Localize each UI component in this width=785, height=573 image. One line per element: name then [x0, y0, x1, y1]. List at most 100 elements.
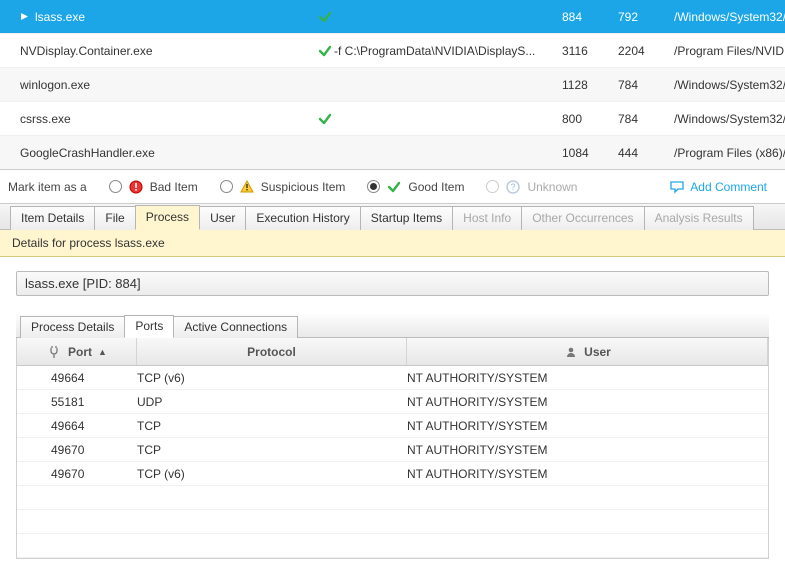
tab-item-details[interactable]: Item Details	[10, 206, 95, 230]
mark-suspicious-option[interactable]: Suspicious Item	[220, 179, 346, 195]
process-breadcrumb[interactable]: lsass.exe [PID: 884]	[16, 271, 769, 296]
good-check-icon	[316, 44, 334, 58]
unknown-icon: ?	[505, 179, 521, 195]
process-ppid: 444	[618, 146, 674, 160]
add-comment-label: Add Comment	[690, 180, 767, 194]
radio-icon	[109, 180, 122, 193]
process-name: NVDisplay.Container.exe	[20, 44, 153, 58]
tab-other-occurrences: Other Occurrences	[521, 206, 644, 230]
detail-banner: Details for process lsass.exe	[0, 230, 785, 257]
col-protocol[interactable]: Protocol	[137, 338, 407, 365]
port-cell: 49664	[17, 371, 137, 385]
mark-good-option[interactable]: Good Item	[367, 179, 464, 195]
user-cell: NT AUTHORITY/SYSTEM	[407, 443, 768, 457]
tab-process[interactable]: Process	[135, 205, 200, 230]
subtab-active-connections[interactable]: Active Connections	[173, 316, 298, 338]
mark-bad-option[interactable]: Bad Item	[109, 179, 198, 195]
good-check-icon	[316, 10, 334, 24]
mark-unknown-label: Unknown	[527, 180, 577, 194]
table-row[interactable]: 49664TCPNT AUTHORITY/SYSTEM	[17, 414, 768, 438]
add-comment-link[interactable]: Add Comment	[669, 179, 767, 195]
comment-icon	[669, 179, 685, 195]
user-cell: NT AUTHORITY/SYSTEM	[407, 467, 768, 481]
table-row[interactable]: NVDisplay.Container.exe -f C:\ProgramData…	[0, 34, 785, 68]
col-port-label: Port	[68, 345, 92, 359]
process-name: GoogleCrashHandler.exe	[20, 146, 155, 160]
subtab-ports[interactable]: Ports	[124, 315, 174, 338]
bad-icon	[128, 179, 144, 195]
port-cell: 49670	[17, 443, 137, 457]
process-ppid: 792	[618, 10, 674, 24]
radio-icon	[486, 180, 499, 193]
process-ppid: 784	[618, 78, 674, 92]
mark-unknown-option: ? Unknown	[486, 179, 577, 195]
detail-area: lsass.exe [PID: 884] Process Details Por…	[0, 257, 785, 573]
process-name: lsass.exe	[35, 10, 85, 24]
tab-host-info: Host Info	[452, 206, 522, 230]
col-user[interactable]: User	[407, 338, 768, 365]
port-cell: 49664	[17, 419, 137, 433]
process-path: /Program Files/NVIDIA	[674, 44, 785, 58]
process-ppid: 784	[618, 112, 674, 126]
tab-execution-history[interactable]: Execution History	[245, 206, 360, 230]
process-name: csrss.exe	[20, 112, 71, 126]
svg-text:?: ?	[511, 182, 516, 192]
protocol-cell: TCP (v6)	[137, 467, 407, 481]
table-row[interactable]: 49670TCP (v6)NT AUTHORITY/SYSTEM	[17, 462, 768, 486]
protocol-cell: TCP	[137, 419, 407, 433]
process-pid: 3116	[562, 44, 618, 58]
good-icon	[386, 179, 402, 195]
process-ppid: 2204	[618, 44, 674, 58]
table-row[interactable]: GoogleCrashHandler.exe 1084444/Program Fi…	[0, 136, 785, 170]
radio-icon	[367, 180, 380, 193]
mark-suspicious-label: Suspicious Item	[261, 180, 346, 194]
process-path: /Windows/System32/lsa	[674, 10, 785, 24]
ports-table: Port ▲ Protocol User 49664TCP (v6)NT AUT…	[16, 338, 769, 559]
protocol-cell: TCP (v6)	[137, 371, 407, 385]
mark-bad-label: Bad Item	[150, 180, 198, 194]
mark-item-bar: Mark item as a Bad Item Suspicious Item …	[0, 170, 785, 204]
mark-good-label: Good Item	[408, 180, 464, 194]
process-args: -f C:\ProgramData\NVIDIA\DisplayS...	[334, 44, 562, 58]
table-row[interactable]: 55181UDPNT AUTHORITY/SYSTEM	[17, 390, 768, 414]
mark-label: Mark item as a	[8, 180, 87, 194]
process-path: /Windows/System32/wi	[674, 78, 785, 92]
user-cell: NT AUTHORITY/SYSTEM	[407, 395, 768, 409]
protocol-cell: TCP	[137, 443, 407, 457]
table-row[interactable]: 49670TCPNT AUTHORITY/SYSTEM	[17, 438, 768, 462]
port-cell: 49670	[17, 467, 137, 481]
table-row	[17, 510, 768, 534]
process-pid: 1084	[562, 146, 618, 160]
suspicious-icon	[239, 179, 255, 195]
plug-icon	[46, 344, 62, 360]
user-cell: NT AUTHORITY/SYSTEM	[407, 371, 768, 385]
protocol-cell: UDP	[137, 395, 407, 409]
table-row[interactable]: csrss.exe800784/Windows/System32/cs	[0, 102, 785, 136]
good-check-icon	[316, 112, 334, 126]
tab-analysis-results: Analysis Results	[644, 206, 754, 230]
tab-startup-items[interactable]: Startup Items	[360, 206, 453, 230]
radio-icon	[220, 180, 233, 193]
process-pid: 884	[562, 10, 618, 24]
col-port[interactable]: Port ▲	[17, 338, 137, 365]
process-grid: lsass.exe 884792/Windows/System32/lsa NVDi…	[0, 0, 785, 170]
table-row[interactable]: winlogon.exe1128784/Windows/System32/wi	[0, 68, 785, 102]
port-cell: 55181	[17, 395, 137, 409]
process-path: /Program Files (x86)/Go	[674, 146, 785, 160]
ports-table-header: Port ▲ Protocol User	[17, 338, 768, 366]
table-row[interactable]: lsass.exe 884792/Windows/System32/lsa	[0, 0, 785, 34]
process-name: winlogon.exe	[20, 78, 90, 92]
user-icon	[563, 344, 579, 360]
col-protocol-label: Protocol	[247, 345, 296, 359]
sort-asc-icon: ▲	[98, 347, 107, 357]
process-pid: 800	[562, 112, 618, 126]
sub-tabstrip: Process Details Ports Active Connections	[16, 314, 769, 338]
table-row	[17, 534, 768, 558]
subtab-process-details[interactable]: Process Details	[20, 316, 125, 338]
table-row	[17, 486, 768, 510]
expand-icon[interactable]	[20, 12, 29, 21]
table-row[interactable]: 49664TCP (v6)NT AUTHORITY/SYSTEM	[17, 366, 768, 390]
tab-user[interactable]: User	[199, 206, 246, 230]
user-cell: NT AUTHORITY/SYSTEM	[407, 419, 768, 433]
tab-file[interactable]: File	[94, 206, 135, 230]
